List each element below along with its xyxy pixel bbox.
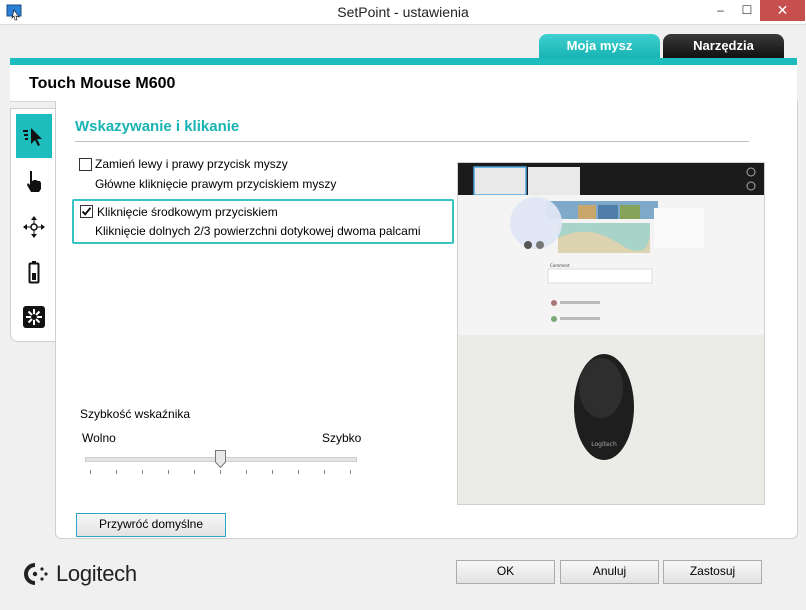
sidebar-item-gestures[interactable] — [16, 159, 52, 203]
sidebar-item-unifying[interactable] — [16, 295, 52, 339]
sidebar-item-pointing[interactable] — [16, 114, 52, 158]
middle-click-description: Kliknięcie dolnych 2/3 powierzchni dotyk… — [95, 224, 421, 238]
apply-button[interactable]: Zastosuj — [663, 560, 762, 584]
preview-comment-title: Comment — [550, 263, 570, 268]
sidebar — [10, 108, 55, 342]
pointer-speed-tick — [90, 470, 91, 474]
tab-my-mouse[interactable]: Moja mysz — [539, 34, 660, 58]
middle-click-checkbox[interactable] — [80, 205, 93, 218]
checkmark-icon — [81, 207, 92, 216]
move-arrows-icon — [23, 216, 45, 238]
preview-mouse-brand: Logitech — [591, 441, 617, 448]
battery-icon — [28, 261, 40, 284]
speed-slow-label: Wolno — [82, 431, 116, 445]
pointer-speed-tick — [324, 470, 325, 474]
speed-fast-label: Szybko — [322, 431, 362, 445]
section-divider — [75, 141, 749, 142]
device-header: Touch Mouse M600 — [10, 65, 797, 102]
pointer-speed-tick — [142, 470, 143, 474]
title-bar: SetPoint - ustawienia – ☐ ✕ — [0, 0, 806, 24]
pointer-click-icon — [23, 128, 42, 146]
swap-buttons-description: Główne kliknięcie prawym przyciskiem mys… — [95, 177, 337, 191]
maximize-button[interactable]: ☐ — [734, 0, 760, 21]
swap-buttons-checkbox[interactable] — [79, 158, 92, 171]
device-name: Touch Mouse M600 — [29, 75, 176, 92]
pointer-speed-thumb[interactable] — [215, 450, 226, 468]
pointer-speed-tick — [168, 470, 169, 474]
close-button[interactable]: ✕ — [760, 0, 805, 21]
pointer-speed-tick — [116, 470, 117, 474]
window-title: SetPoint - ustawienia — [337, 4, 469, 20]
pointer-speed-tick — [272, 470, 273, 474]
section-title: Wskazywanie i klikanie — [75, 118, 240, 135]
logitech-logo: Logitech — [22, 561, 137, 587]
pointer-speed-tick — [194, 470, 195, 474]
tab-tools[interactable]: Narzędzia — [663, 34, 784, 58]
cancel-button[interactable]: Anuluj — [560, 560, 659, 584]
logitech-logo-text: Logitech — [56, 561, 137, 586]
minimize-button[interactable]: – — [707, 0, 734, 21]
pointer-speed-tick — [350, 470, 351, 474]
pointer-speed-tick — [220, 470, 221, 474]
logitech-logo-icon — [24, 563, 48, 585]
middle-click-label: Kliknięcie środkowym przyciskiem — [97, 205, 278, 219]
sidebar-item-scrolling[interactable] — [16, 205, 52, 249]
tab-accent-strip — [10, 58, 797, 65]
swap-buttons-label: Zamień lewy i prawy przycisk myszy — [95, 157, 288, 171]
pointer-speed-tick — [246, 470, 247, 474]
pointer-speed-tick — [298, 470, 299, 474]
touch-gesture-icon — [27, 171, 41, 192]
unifying-receiver-icon — [23, 306, 45, 328]
restore-defaults-button[interactable]: Przywróć domyślne — [76, 513, 226, 537]
preview-image: Comment Logitech — [457, 162, 765, 505]
pointer-speed-label: Szybkość wskaźnika — [80, 407, 191, 421]
ok-button[interactable]: OK — [456, 560, 555, 584]
sidebar-item-battery[interactable] — [16, 250, 52, 294]
